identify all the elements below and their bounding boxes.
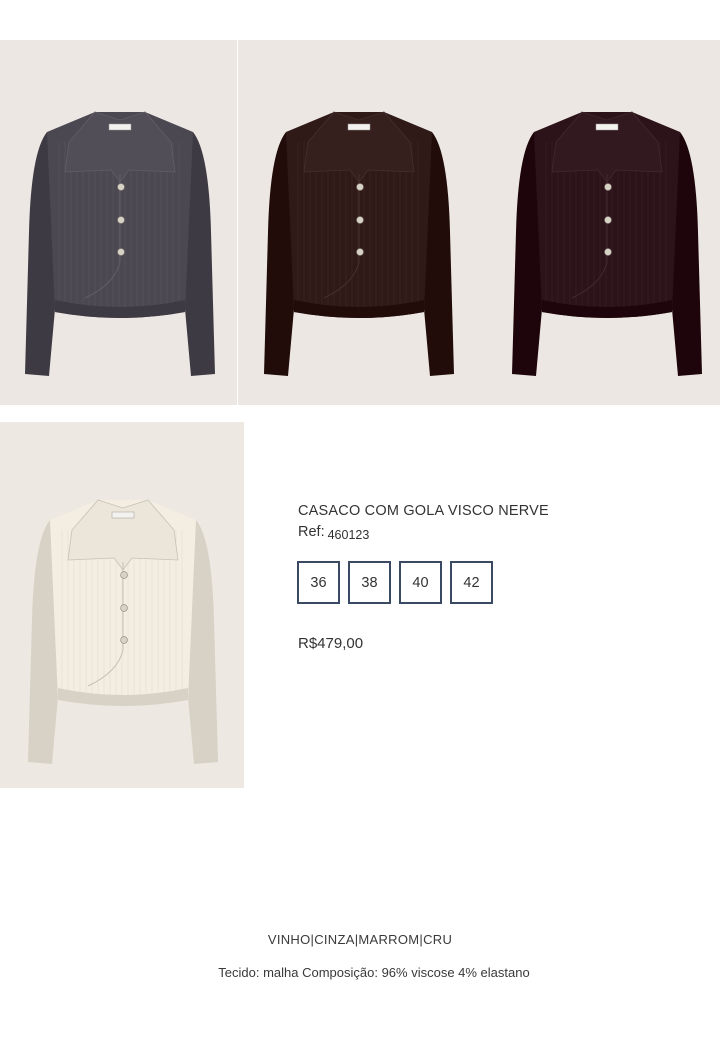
- jacket-label: [111, 511, 135, 519]
- jacket-marrom-and-vinho-image: [264, 111, 702, 376]
- jacket-button: [120, 636, 128, 644]
- available-colors: VINHO|CINZA|MARROM|CRU: [267, 932, 453, 947]
- product-title: CASACO COM GOLA VISCO NERVE: [298, 503, 549, 519]
- jacket-button: [117, 248, 125, 256]
- product-image-panel-2: [238, 40, 720, 405]
- ref-number: 460123: [327, 528, 370, 542]
- jacket-label: [108, 123, 132, 131]
- jacket-button: [117, 216, 125, 224]
- jacket-button: [356, 183, 364, 191]
- jacket-cru-image: [28, 499, 218, 764]
- size-option-40[interactable]: 40: [399, 561, 442, 604]
- jacket-button: [356, 216, 364, 224]
- size-option-38[interactable]: 38: [348, 561, 391, 604]
- size-option-42[interactable]: 42: [450, 561, 493, 604]
- jacket-button: [120, 604, 128, 612]
- jacket-button: [604, 183, 612, 191]
- product-price: R$479,00: [298, 635, 364, 652]
- size-selector: 36 38 40 42: [297, 561, 493, 604]
- jacket-button: [604, 216, 612, 224]
- product-image-panel-3: [0, 422, 244, 788]
- product-ref: Ref: 460123: [298, 524, 370, 542]
- product-image-panel-1: [0, 40, 237, 405]
- ref-label: Ref:: [298, 524, 325, 540]
- fabric-composition: Tecido: malha Composição: 96% viscose 4%…: [218, 965, 530, 980]
- jacket-button: [120, 571, 128, 579]
- jacket-label: [595, 123, 619, 131]
- size-option-36[interactable]: 36: [297, 561, 340, 604]
- jacket-button: [117, 183, 125, 191]
- jacket-cinza-image: [25, 111, 215, 376]
- jacket-label: [347, 123, 371, 131]
- jacket-button: [356, 248, 364, 256]
- jacket-button: [604, 248, 612, 256]
